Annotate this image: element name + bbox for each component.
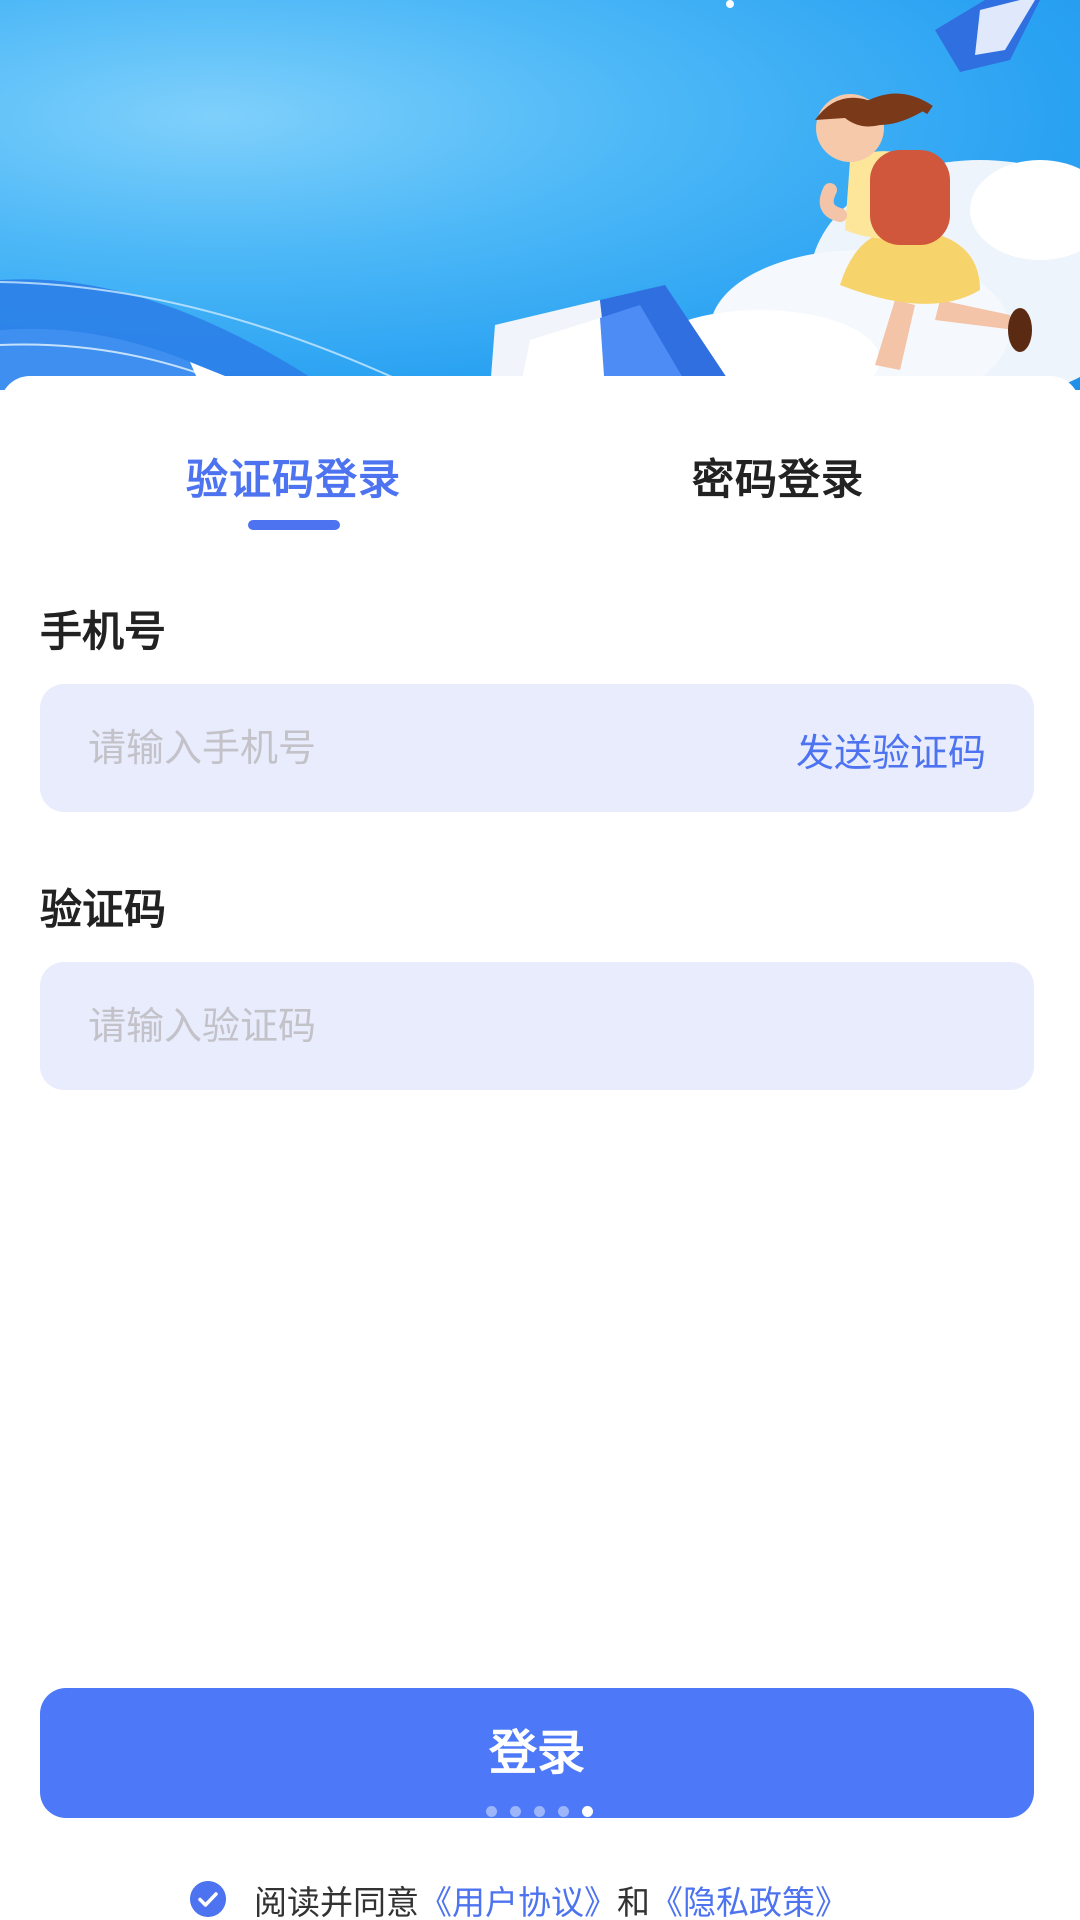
phone-input[interactable] [88, 684, 748, 812]
login-button[interactable]: 登录 [40, 1688, 1034, 1818]
page-dot [486, 1806, 497, 1817]
check-circle-icon[interactable] [190, 1881, 226, 1917]
agreement-prefix: 阅读并同意 [254, 1883, 419, 1920]
page-dot [534, 1806, 545, 1817]
privacy-policy-link[interactable]: 《隐私政策》 [650, 1883, 848, 1920]
code-input[interactable] [88, 962, 988, 1090]
send-code-button[interactable]: 发送验证码 [796, 722, 986, 777]
page-dot-active [582, 1806, 593, 1817]
running-student-illustration [0, 0, 1080, 390]
page-dot [558, 1806, 569, 1817]
page-dot [510, 1806, 521, 1817]
agreement-text: 阅读并同意《用户协议》和《隐私政策》 [254, 1876, 848, 1920]
code-field-container [40, 962, 1034, 1090]
active-tab-indicator [248, 520, 340, 530]
phone-field-container: 发送验证码 [40, 684, 1034, 812]
tab-password-login[interactable]: 密码登录 [692, 446, 864, 507]
phone-label: 手机号 [40, 607, 167, 656]
page-indicator [486, 1802, 606, 1817]
header-illustration [0, 0, 1080, 390]
tab-sms-login[interactable]: 验证码登录 [186, 446, 401, 507]
agreement-conjunction: 和 [617, 1883, 650, 1920]
code-label: 验证码 [40, 885, 167, 934]
user-agreement-link[interactable]: 《用户协议》 [419, 1883, 617, 1920]
login-card: 验证码登录 密码登录 手机号 发送验证码 验证码 登录 阅读并同意《用户协议》和… [0, 376, 1080, 1920]
login-page: 验证码登录 密码登录 手机号 发送验证码 验证码 登录 阅读并同意《用户协议》和… [0, 0, 1080, 1920]
